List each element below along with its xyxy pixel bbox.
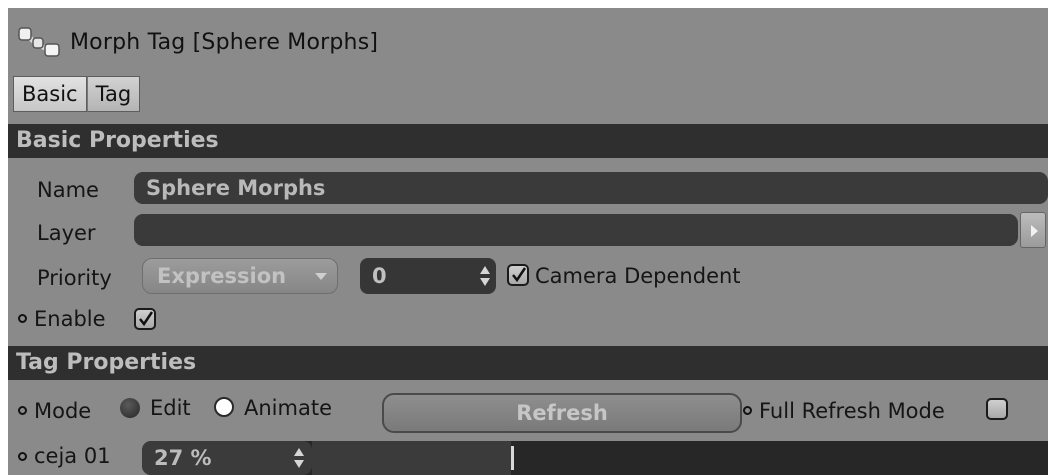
mode-edit-label: Edit — [150, 396, 191, 420]
priority-mode-dropdown[interactable]: Expression — [142, 258, 338, 294]
animation-dot-icon[interactable] — [18, 406, 27, 415]
morph-tag-icon — [18, 27, 60, 57]
enable-checkbox[interactable] — [134, 308, 156, 330]
tab-basic[interactable]: Basic — [13, 76, 87, 112]
check-icon — [139, 311, 154, 327]
stepper-arrows-icon[interactable] — [294, 448, 304, 468]
stepper-arrows-icon[interactable] — [480, 266, 490, 286]
slider-fill — [312, 441, 511, 475]
mode-edit-radio[interactable] — [120, 398, 140, 418]
tab-tag[interactable]: Tag — [86, 76, 141, 112]
refresh-button[interactable]: Refresh — [382, 393, 742, 433]
morph-strength-slider[interactable]: 27 % — [142, 441, 1048, 475]
basic-properties-header[interactable]: Basic Properties — [8, 124, 1048, 158]
priority-mode-value: Expression — [157, 264, 287, 288]
layer-menu-arrow-icon[interactable] — [1020, 212, 1046, 248]
check-icon — [512, 267, 527, 283]
morph-ceja-01-label: ceja 01 — [34, 444, 111, 468]
name-input[interactable]: Sphere Morphs — [134, 172, 1048, 204]
tag-properties-header[interactable]: Tag Properties — [8, 346, 1048, 380]
chevron-down-icon — [315, 273, 327, 280]
morph-strength-input[interactable]: 27 % — [142, 441, 312, 475]
priority-value-input[interactable]: 0 — [360, 258, 496, 294]
attribute-manager-panel: Morph Tag [Sphere Morphs] Basic Tag Basi… — [8, 8, 1048, 475]
slider-handle[interactable] — [510, 446, 514, 470]
tab-bar: Basic Tag — [13, 76, 141, 112]
full-refresh-mode-label: Full Refresh Mode — [759, 399, 945, 423]
animation-dot-icon[interactable] — [743, 406, 752, 415]
priority-label: Priority — [37, 266, 112, 290]
priority-value: 0 — [372, 264, 387, 288]
morph-strength-value: 27 % — [154, 446, 212, 470]
mode-animate-radio[interactable] — [214, 397, 234, 417]
name-label: Name — [37, 178, 99, 202]
full-refresh-mode-checkbox[interactable] — [986, 398, 1008, 420]
title-bar: Morph Tag [Sphere Morphs] — [8, 8, 1048, 72]
layer-label: Layer — [37, 221, 96, 245]
animation-dot-icon[interactable] — [18, 452, 27, 461]
camera-dependent-label: Camera Dependent — [535, 264, 741, 288]
animation-dot-icon[interactable] — [18, 314, 27, 323]
mode-label: Mode — [34, 399, 92, 423]
panel-title: Morph Tag [Sphere Morphs] — [70, 30, 379, 55]
layer-field[interactable] — [134, 214, 1018, 246]
mode-animate-label: Animate — [244, 396, 332, 420]
enable-label: Enable — [34, 307, 106, 331]
camera-dependent-checkbox[interactable] — [507, 264, 529, 286]
